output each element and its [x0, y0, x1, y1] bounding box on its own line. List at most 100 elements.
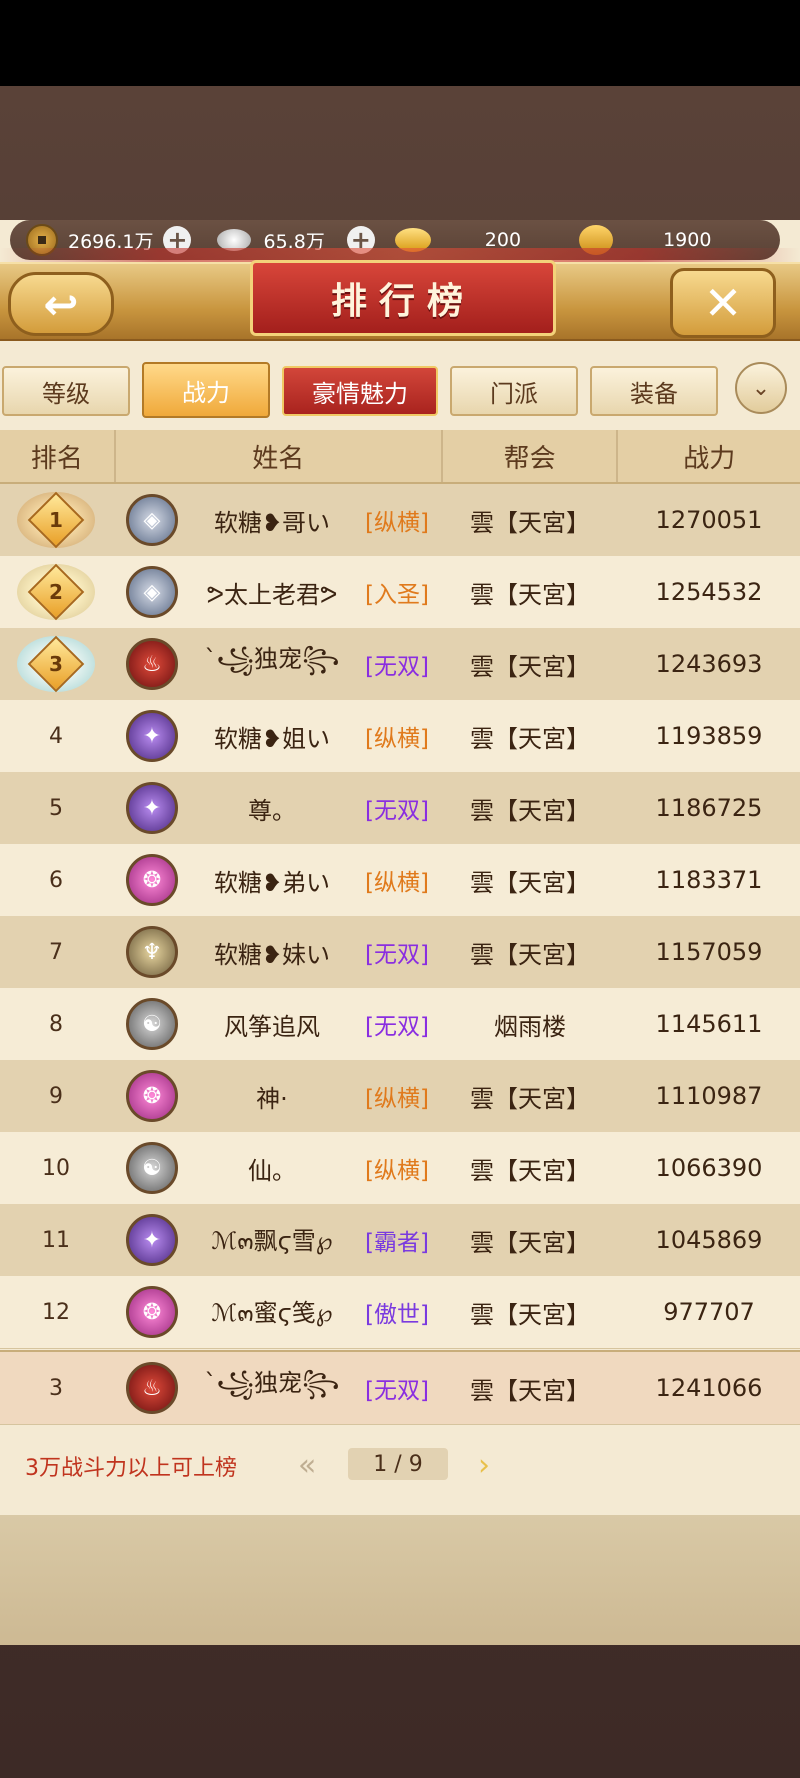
table-row[interactable]: 9 ❂ 神· [纵横] 雲【天宮】 1110987: [0, 1060, 800, 1133]
player-name: ℳ๓飘ϛ雪℘: [211, 1226, 333, 1255]
category-tabs: 等级 战力 豪情魅力 门派 装备: [0, 362, 800, 418]
guild-name: 雲【天宮】: [470, 940, 590, 969]
tab-sect[interactable]: 门派: [450, 366, 578, 416]
player-name: ˋ꧁独宠꧂: [204, 645, 340, 673]
rank-badge-icon: 1: [27, 491, 85, 549]
table-header: 排名 姓名 帮会 战力: [0, 430, 800, 484]
title-tag: [纵横]: [365, 510, 429, 536]
rank-badge-icon: 3: [27, 635, 85, 693]
player-name: ˋ꧁独宠꧂: [204, 1369, 340, 1397]
player-name: 软糖❥弟い: [213, 868, 331, 897]
player-name: ᕗ太上老君ᕗ: [206, 580, 338, 609]
guild-name: 雲【天宮】: [470, 796, 590, 825]
title-tag: [入圣]: [365, 582, 429, 608]
next-page-button[interactable]: ›: [478, 1448, 490, 1483]
power-value: 977707: [663, 1298, 755, 1326]
power-value: 1254532: [655, 578, 763, 606]
power-value: 1145611: [655, 1010, 763, 1038]
rank-cell: 12: [42, 1299, 70, 1325]
sect-emblem-icon: ◈: [126, 566, 178, 618]
table-row[interactable]: 2 ◈ ᕗ太上老君ᕗ [入圣] 雲【天宮】 1254532: [0, 556, 800, 629]
close-button[interactable]: ✕: [670, 268, 776, 338]
guild-name: 雲【天宮】: [470, 580, 590, 609]
sect-cell: ☯: [112, 1142, 192, 1194]
more-tabs-button[interactable]: ⌄: [735, 362, 787, 414]
guild-name: 雲【天宮】: [470, 1300, 590, 1329]
power-value: 1045869: [655, 1226, 763, 1254]
guild-name: 雲【天宮】: [470, 724, 590, 753]
sect-cell: ✦: [112, 1214, 192, 1266]
rank-ring: 3: [17, 635, 95, 693]
player-name: 风筝追风: [224, 1012, 320, 1041]
rank-cell: 4: [49, 723, 63, 749]
guild-name: 雲【天宮】: [470, 868, 590, 897]
title-tag: [无双]: [365, 654, 429, 680]
tab-charm[interactable]: 豪情魅力: [282, 366, 438, 416]
power-value: 1157059: [655, 938, 763, 966]
sect-cell: ♨: [112, 638, 192, 690]
sect-emblem-icon: ☯: [126, 998, 178, 1050]
title-tag: [纵横]: [365, 726, 429, 752]
title-plate: 排行榜: [250, 260, 556, 336]
table-row[interactable]: 3 ♨ ˋ꧁独宠꧂ [无双] 雲【天宮】 1243693: [0, 628, 800, 701]
title-tag: [纵横]: [365, 1158, 429, 1184]
title-tag: [无双]: [365, 942, 429, 968]
table-row[interactable]: 11 ✦ ℳ๓飘ϛ雪℘ [霸者] 雲【天宮】 1045869: [0, 1204, 800, 1277]
rank-cell: 7: [49, 939, 63, 965]
sect-emblem-icon: ♆: [126, 926, 178, 978]
guild-name: 雲【天宮】: [470, 508, 590, 537]
sect-cell: ❂: [112, 854, 192, 906]
power-value: 1193859: [655, 722, 763, 750]
rank-badge-icon: 2: [27, 563, 85, 621]
sect-cell: ♆: [112, 926, 192, 978]
sect-emblem-icon: ☯: [126, 1142, 178, 1194]
title-tag: [霸者]: [365, 1230, 429, 1256]
title-tag: [无双]: [365, 798, 429, 824]
title-tag: [无双]: [365, 1378, 429, 1404]
rank-cell: 3: [0, 635, 112, 693]
guild-name: 雲【天宮】: [470, 652, 590, 681]
guild-name: 雲【天宮】: [470, 1156, 590, 1185]
player-name: 软糖❥妹い: [213, 940, 331, 969]
table-row[interactable]: 8 ☯ 风筝追风 [无双] 烟雨楼 1145611: [0, 988, 800, 1061]
close-icon: ✕: [703, 276, 743, 330]
sect-emblem-icon: ♨: [126, 638, 178, 690]
column-guild: 帮会: [443, 430, 619, 482]
back-button[interactable]: ↩: [8, 272, 114, 336]
rank-ring: 1: [17, 491, 95, 549]
sect-cell: ◈: [112, 566, 192, 618]
table-row[interactable]: 4 ✦ 软糖❥姐い [纵横] 雲【天宮】 1193859: [0, 700, 800, 773]
sect-emblem-icon: ♨: [126, 1362, 178, 1414]
sect-cell: ♨: [112, 1362, 192, 1414]
table-row[interactable]: 1 ◈ 软糖❥哥い [纵横] 雲【天宮】 1270051: [0, 484, 800, 557]
rank-cell: 1: [0, 491, 112, 549]
chevron-right-icon: ›: [478, 1448, 490, 1483]
rank-cell: 5: [49, 795, 63, 821]
table-row[interactable]: 10 ☯ 仙。 [纵横] 雲【天宮】 1066390: [0, 1132, 800, 1205]
table-row[interactable]: 12 ❂ ℳ๓蜜ϛ笺℘ [傲世] 雲【天宮】 977707: [0, 1276, 800, 1349]
sect-cell: ❂: [112, 1070, 192, 1122]
sect-cell: ✦: [112, 710, 192, 762]
rank-cell: 9: [49, 1083, 63, 1109]
table-row[interactable]: 7 ♆ 软糖❥妹い [无双] 雲【天宮】 1157059: [0, 916, 800, 989]
back-arrow-icon: ↩: [43, 279, 79, 329]
chevron-left-icon: «: [298, 1448, 317, 1483]
power-value: 1183371: [655, 866, 763, 894]
sect-cell: ❂: [112, 1286, 192, 1338]
guild-name: 雲【天宮】: [470, 1084, 590, 1113]
sect-emblem-icon: ✦: [126, 1214, 178, 1266]
prev-page-button[interactable]: «: [298, 1448, 316, 1483]
rank-cell: 10: [42, 1155, 70, 1181]
tab-level[interactable]: 等级: [2, 366, 130, 416]
player-name: 神·: [256, 1084, 288, 1113]
column-rank: 排名: [0, 430, 116, 482]
title-tag: [无双]: [365, 1014, 429, 1040]
sect-emblem-icon: ❂: [126, 1070, 178, 1122]
table-row[interactable]: 6 ❂ 软糖❥弟い [纵横] 雲【天宮】 1183371: [0, 844, 800, 917]
column-power: 战力: [683, 443, 736, 474]
table-row[interactable]: 5 ✦ 尊。 [无双] 雲【天宮】 1186725: [0, 772, 800, 845]
title-tag: [纵横]: [365, 870, 429, 896]
tab-equipment[interactable]: 装备: [590, 366, 718, 416]
tab-power[interactable]: 战力: [142, 362, 270, 418]
rank-cell: 11: [42, 1227, 70, 1253]
